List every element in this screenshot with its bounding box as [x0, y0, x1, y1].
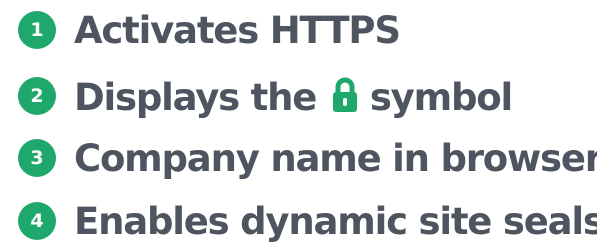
feature-text: Company name in browser	[74, 136, 597, 180]
padlock-icon	[332, 77, 357, 112]
feature-text-before: Displays the	[74, 76, 317, 119]
feature-text-after: symbol	[369, 76, 513, 119]
feature-item-site-seals: 4 Enables dynamic site seals	[18, 196, 597, 246]
number-badge: 1	[18, 11, 56, 49]
feature-text: Displays the symbol	[74, 76, 513, 119]
number-badge: 2	[18, 77, 56, 115]
number-badge: 3	[18, 139, 56, 177]
feature-item-padlock-symbol: 2 Displays the symbol	[18, 71, 513, 121]
number-badge: 4	[18, 202, 56, 240]
feature-item-activates-https: 1 Activates HTTPS	[18, 5, 401, 55]
feature-list: 1 Activates HTTPS 2 Displays the symbol …	[0, 0, 597, 248]
feature-text: Activates HTTPS	[74, 8, 401, 52]
feature-text: Enables dynamic site seals	[74, 199, 597, 243]
feature-item-company-name: 3 Company name in browser	[18, 133, 597, 183]
